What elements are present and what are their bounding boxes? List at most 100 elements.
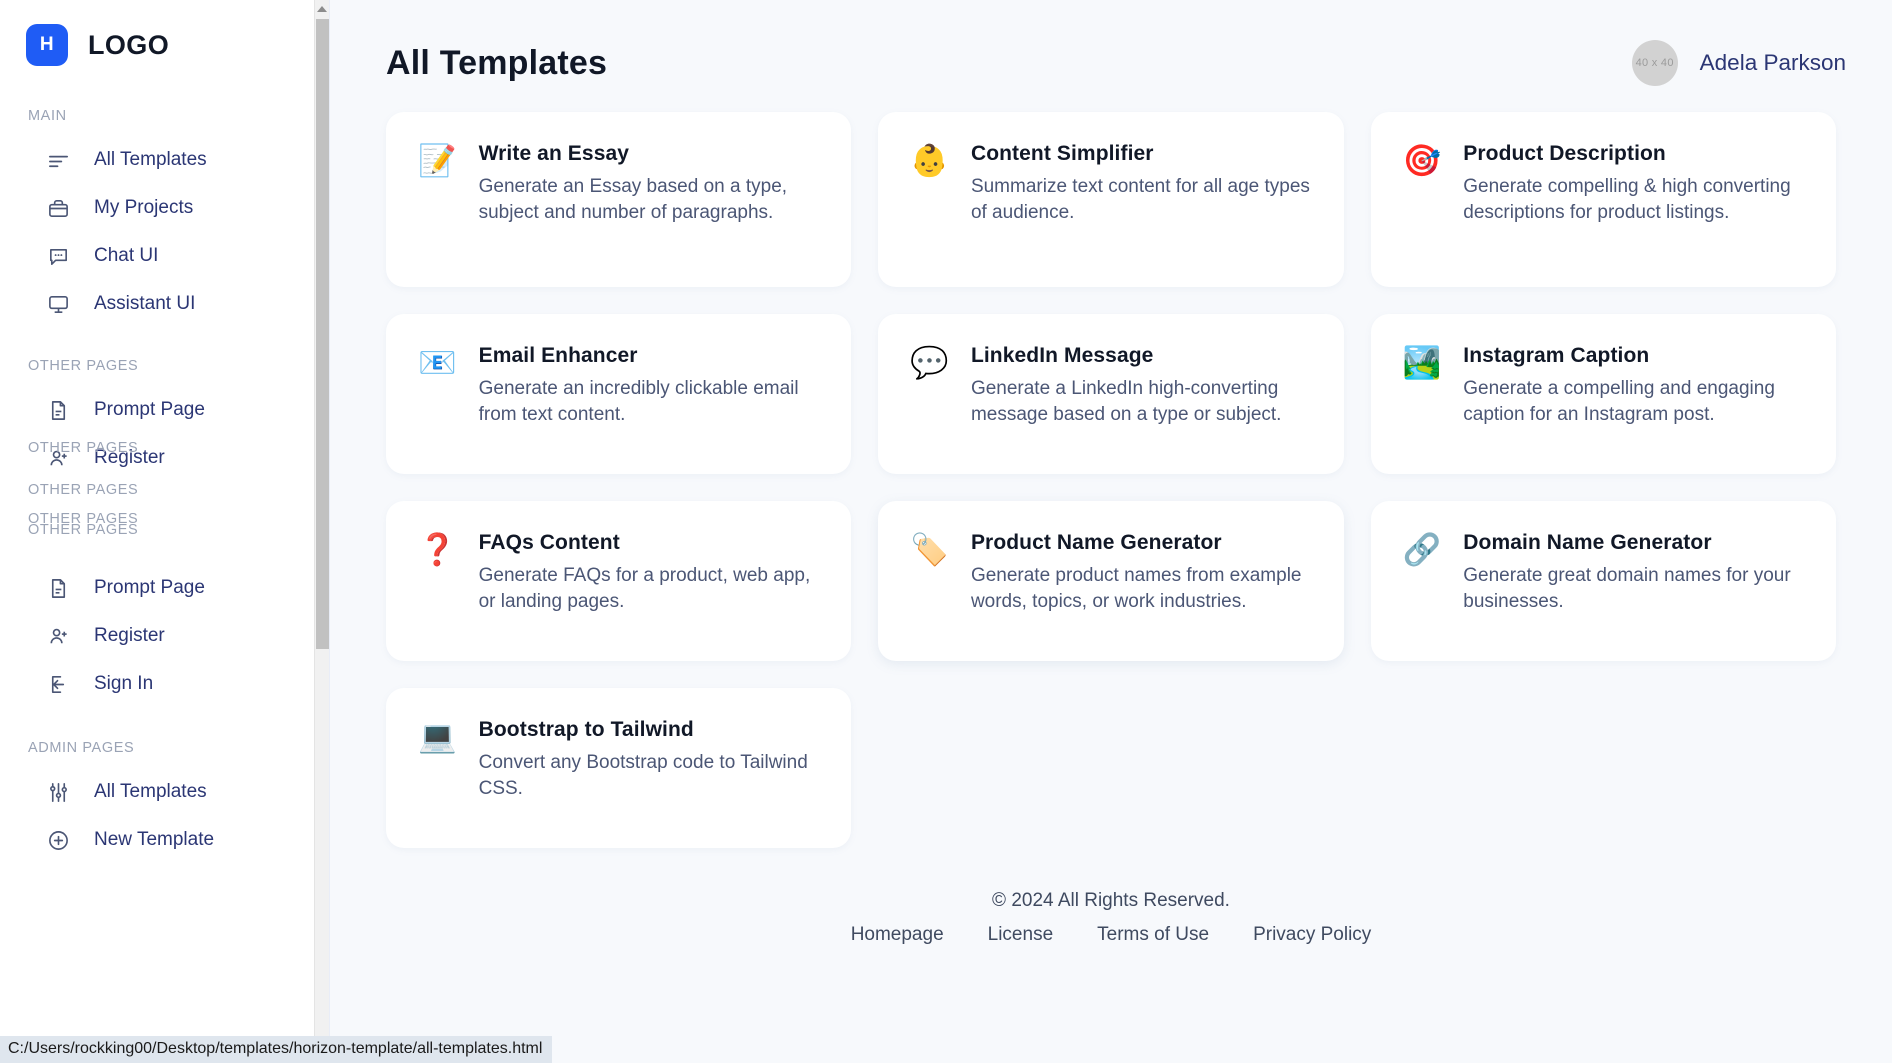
scrollbar-thumb[interactable]: [316, 19, 329, 649]
sidebar-item-admin-all-templates[interactable]: All Templates: [0, 768, 329, 816]
template-card-domain-name-generator[interactable]: 🔗 Domain Name Generator Generate great d…: [1370, 501, 1836, 661]
sidebar-item-chat-ui[interactable]: Chat UI: [0, 232, 329, 280]
card-title: LinkedIn Message: [970, 344, 1154, 367]
sidebar-scrollbar[interactable]: [314, 0, 329, 1063]
sidebar-item-new-template[interactable]: New Template: [0, 816, 329, 864]
card-body: Domain Name Generator Generate great dom…: [1463, 531, 1806, 615]
footer-link-privacy-policy[interactable]: Privacy Policy: [1253, 924, 1371, 946]
sidebar-item-prompt-page-1[interactable]: Prompt Page: [0, 386, 329, 434]
scrollbar-up-arrow-icon[interactable]: [315, 0, 329, 17]
sidebar-item-all-templates[interactable]: All Templates: [0, 136, 329, 184]
sidebar-item-label: Chat UI: [94, 245, 159, 266]
sidebar-section-label-overlap-2: OTHER PAGES: [28, 482, 139, 498]
plus-circle-icon: [46, 828, 70, 852]
user-plus-icon: [46, 624, 70, 648]
briefcase-icon: [46, 196, 70, 220]
memo-icon: 📝: [418, 143, 457, 179]
footer: © 2024 All Rights Reserved. Homepage Lic…: [330, 848, 1892, 946]
card-description: Generate a LinkedIn high-converting mess…: [970, 378, 1282, 426]
card-description: Generate FAQs for a product, web app, or…: [478, 565, 811, 613]
sidebar-item-register-2[interactable]: Register: [0, 612, 329, 660]
footer-link-terms-of-use[interactable]: Terms of Use: [1097, 924, 1209, 946]
sidebar: H LOGO MAIN All Templates My Projects Ch…: [0, 0, 330, 1063]
sidebar-section-label-other-pages-1: OTHER PAGES: [28, 358, 139, 374]
national-park-icon: 🏞️: [1402, 345, 1442, 381]
brand-mark-icon: H: [26, 24, 68, 66]
sidebar-item-label: My Projects: [94, 197, 194, 218]
sidebar-item-label: Register: [94, 625, 165, 646]
avatar: 40 x 40: [1631, 40, 1678, 86]
card-title: Product Name Generator: [970, 531, 1222, 554]
speech-balloon-icon: 💬: [910, 345, 949, 381]
template-card-faqs-content[interactable]: ❓ FAQs Content Generate FAQs for a produ…: [386, 501, 852, 661]
user-profile[interactable]: 40 x 40 Adela Parkson: [1631, 40, 1846, 86]
template-card-product-description[interactable]: 🎯 Product Description Generate compellin…: [1370, 112, 1836, 287]
list-icon: [46, 148, 70, 172]
app-root: H LOGO MAIN All Templates My Projects Ch…: [0, 0, 1892, 1063]
sidebar-item-sign-in[interactable]: Sign In: [0, 660, 329, 708]
card-description: Summarize text content for all age types…: [970, 176, 1310, 224]
status-bar-url: C:/Users/rockking00/Desktop/templates/ho…: [0, 1036, 553, 1063]
sidebar-item-label: Sign In: [94, 673, 154, 694]
monitor-icon: [46, 292, 70, 316]
card-description: Generate product names from example word…: [970, 565, 1302, 613]
label-tag-icon: 🏷️: [910, 532, 949, 568]
sidebar-section-label-overlap-4: OTHER PAGES: [28, 522, 139, 538]
brand-logo[interactable]: H LOGO: [0, 6, 329, 84]
card-description: Generate compelling & high converting de…: [1463, 176, 1791, 224]
card-description: Generate an incredibly clickable email f…: [478, 378, 799, 426]
sidebar-section-label-main: MAIN: [28, 108, 67, 124]
card-title: Content Simplifier: [970, 142, 1154, 165]
template-card-write-an-essay[interactable]: 📝 Write an Essay Generate an Essay based…: [386, 112, 852, 287]
sidebar-item-assistant-ui[interactable]: Assistant UI: [0, 280, 329, 328]
footer-link-license[interactable]: License: [988, 924, 1054, 946]
template-card-instagram-caption[interactable]: 🏞️ Instagram Caption Generate a compelli…: [1370, 314, 1836, 474]
footer-link-homepage[interactable]: Homepage: [851, 924, 944, 946]
card-body: Content Simplifier Summarize text conten…: [971, 142, 1314, 226]
main-content: All Templates 40 x 40 Adela Parkson 📝 Wr…: [330, 0, 1892, 1063]
sidebar-content: H LOGO MAIN All Templates My Projects Ch…: [0, 0, 329, 904]
sidebar-item-label: All Templates: [94, 149, 207, 170]
card-body: FAQs Content Generate FAQs for a product…: [479, 531, 822, 615]
card-body: Bootstrap to Tailwind Convert any Bootst…: [479, 718, 822, 802]
template-card-product-name-generator[interactable]: 🏷️ Product Name Generator Generate produ…: [878, 501, 1344, 661]
sidebar-item-label: Assistant UI: [94, 293, 196, 314]
card-body: Instagram Caption Generate a compelling …: [1463, 344, 1806, 428]
sidebar-section-label-overlap-1: OTHER PAGES: [28, 440, 139, 456]
card-title: Email Enhancer: [478, 344, 638, 367]
card-description: Generate great domain names for your bus…: [1463, 565, 1791, 613]
sidebar-section-label-admin-pages: ADMIN PAGES: [28, 740, 135, 756]
card-body: Product Name Generator Generate product …: [971, 531, 1314, 615]
question-mark-icon: ❓: [418, 532, 457, 568]
card-title: Bootstrap to Tailwind: [478, 718, 694, 741]
sliders-icon: [46, 780, 70, 804]
page-title: All Templates: [386, 43, 608, 82]
card-body: Product Description Generate compelling …: [1463, 142, 1806, 226]
document-icon: [46, 398, 70, 422]
chat-bubble-icon: [46, 244, 70, 268]
user-name: Adela Parkson: [1699, 50, 1846, 75]
laptop-icon: 💻: [418, 719, 457, 755]
card-description: Generate an Essay based on a type, subje…: [478, 176, 788, 224]
document-icon: [46, 576, 70, 600]
card-description: Convert any Bootstrap code to Tailwind C…: [478, 752, 808, 800]
template-card-content-simplifier[interactable]: 👶 Content Simplifier Summarize text cont…: [878, 112, 1344, 287]
card-title: Product Description: [1463, 142, 1666, 165]
sidebar-item-label: New Template: [94, 829, 215, 850]
card-description: Generate a compelling and engaging capti…: [1463, 378, 1775, 426]
card-body: Email Enhancer Generate an incredibly cl…: [479, 344, 822, 428]
card-title: Domain Name Generator: [1463, 531, 1712, 554]
template-card-email-enhancer[interactable]: 📧 Email Enhancer Generate an incredibly …: [386, 314, 852, 474]
copyright-text: © 2024 All Rights Reserved.: [992, 890, 1230, 911]
template-card-bootstrap-to-tailwind[interactable]: 💻 Bootstrap to Tailwind Convert any Boot…: [386, 688, 852, 848]
sidebar-item-prompt-page-2[interactable]: Prompt Page: [0, 564, 329, 612]
sidebar-item-label: All Templates: [94, 781, 207, 802]
sidebar-item-label: Prompt Page: [94, 577, 205, 598]
card-body: Write an Essay Generate an Essay based o…: [479, 142, 822, 226]
sign-in-icon: [46, 672, 70, 696]
brand-name: LOGO: [88, 29, 170, 60]
sidebar-item-my-projects[interactable]: My Projects: [0, 184, 329, 232]
templates-grid: 📝 Write an Essay Generate an Essay based…: [330, 96, 1892, 848]
card-title: FAQs Content: [478, 531, 620, 554]
template-card-linkedin-message[interactable]: 💬 LinkedIn Message Generate a LinkedIn h…: [878, 314, 1344, 474]
